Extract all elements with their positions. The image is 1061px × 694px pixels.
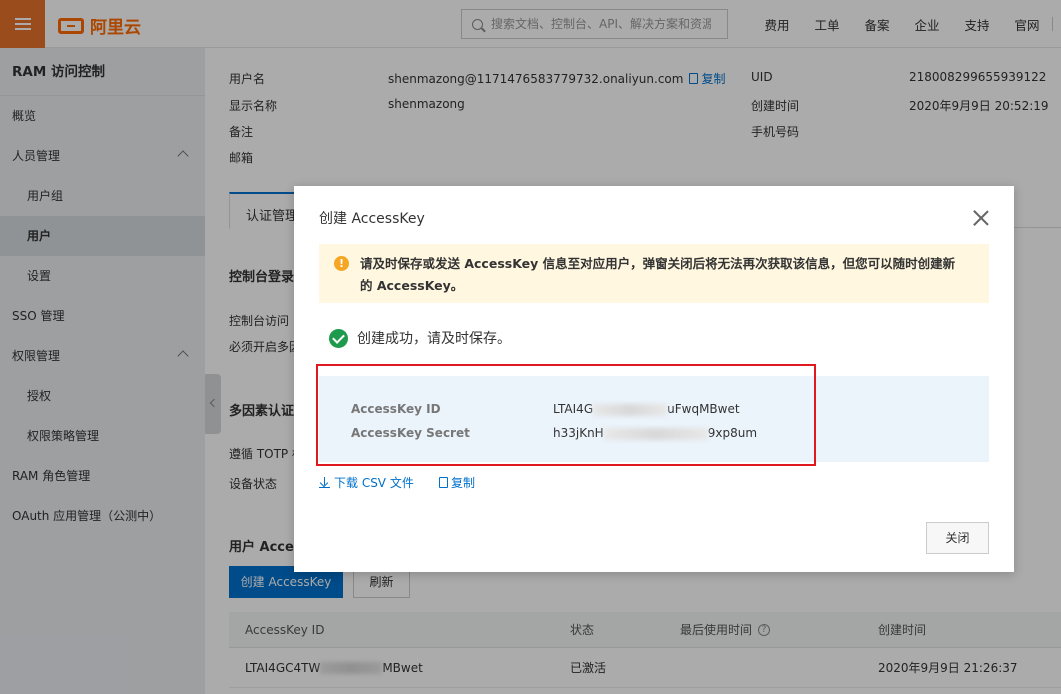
download-csv-link[interactable]: 下载 CSV 文件: [319, 474, 414, 491]
close-icon[interactable]: [973, 210, 989, 226]
highlight-annotation: [316, 364, 816, 466]
success-message: 创建成功，请及时保存。: [329, 328, 511, 348]
warning-banner: ! 请及时保存或发送 AccessKey 信息至对应用户，弹窗关闭后将无法再次获…: [319, 244, 989, 303]
copy-keys-label: 复制: [451, 476, 476, 490]
download-icon: [319, 477, 330, 488]
warning-icon: !: [334, 256, 349, 271]
success-text: 创建成功，请及时保存。: [357, 331, 511, 347]
check-circle-icon: [329, 328, 348, 348]
dialog-title: 创建 AccessKey: [319, 211, 425, 227]
close-button[interactable]: 关闭: [926, 522, 989, 554]
warning-text: 请及时保存或发送 AccessKey 信息至对应用户，弹窗关闭后将无法再次获取该…: [360, 256, 956, 293]
copy-icon: [439, 477, 448, 488]
download-csv-label: 下载 CSV 文件: [334, 476, 414, 490]
copy-keys-link[interactable]: 复制: [439, 474, 475, 491]
